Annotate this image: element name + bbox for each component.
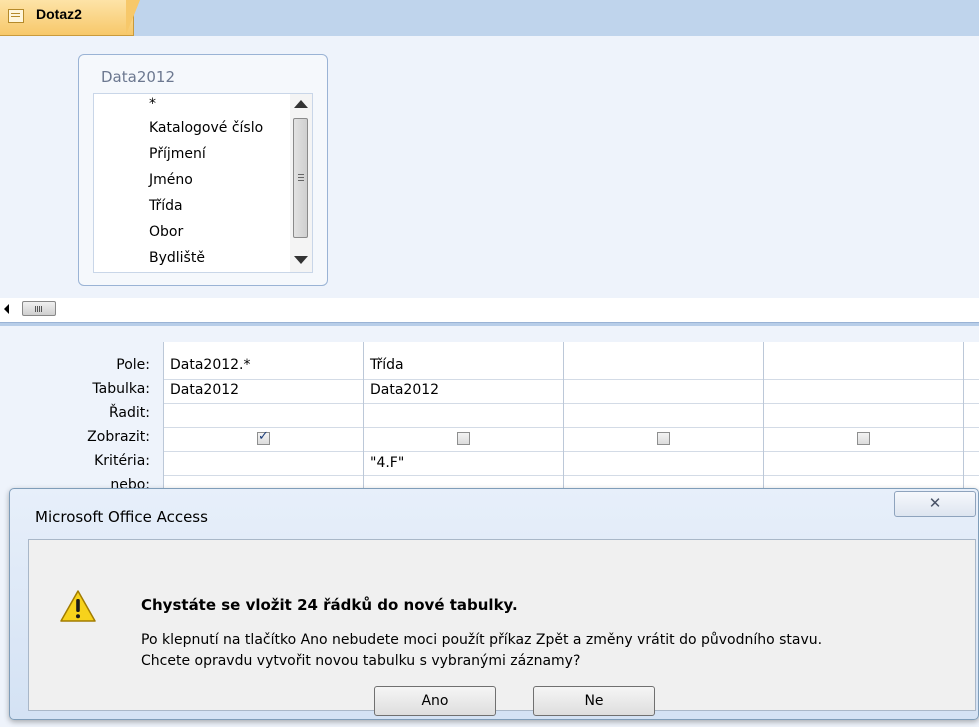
field-item[interactable]: * — [149, 96, 156, 112]
design-grid-cells: Data2012.* Data2012 Třída Data2012 "4.F" — [163, 342, 979, 502]
table-title: Data2012 — [101, 68, 175, 86]
field-item[interactable]: Obor — [149, 224, 183, 240]
show-checkbox[interactable] — [257, 429, 270, 445]
dialog-title: Microsoft Office Access — [35, 508, 208, 526]
grid-column-5[interactable] — [963, 342, 979, 502]
table-field-list[interactable]: Data2012 * Katalogové číslo Příjmení Jmé… — [78, 54, 328, 286]
dialog-body: Chystáte se vložit 24 řádků do nové tabu… — [28, 539, 976, 716]
tab-edge — [126, 0, 140, 35]
grid-column-4[interactable] — [763, 342, 964, 502]
row-label-radit: Řadit: — [109, 405, 150, 421]
yes-button[interactable]: Ano — [374, 686, 496, 716]
field-list-scrollbar[interactable] — [290, 94, 312, 272]
scroll-left-icon[interactable] — [4, 304, 9, 314]
grip-icon — [298, 174, 304, 175]
field-item[interactable]: Příjmení — [149, 146, 206, 162]
no-button[interactable]: Ne — [533, 686, 655, 716]
cell-pole[interactable]: Data2012.* — [170, 357, 251, 373]
close-button[interactable]: ✕ — [894, 491, 976, 517]
query-icon — [8, 9, 24, 23]
cell-tabulka[interactable]: Data2012 — [170, 382, 239, 398]
row-label-kriteria: Kritéria: — [94, 453, 150, 469]
row-label-tabulka: Tabulka: — [92, 381, 150, 397]
grid-column-1[interactable]: Data2012.* Data2012 — [163, 342, 364, 502]
grid-column-3[interactable] — [563, 342, 764, 502]
document-tab-strip: Dotaz2 — [0, 0, 979, 36]
query-table-pane: Data2012 * Katalogové číslo Příjmení Jmé… — [0, 36, 979, 298]
show-checkbox[interactable] — [457, 432, 470, 445]
dialog-message-line1: Po klepnutí na tlačítko Ano nebudete moc… — [141, 632, 823, 648]
field-item[interactable]: Třída — [149, 198, 183, 214]
field-item[interactable]: Katalogové číslo — [149, 120, 263, 136]
cell-tabulka[interactable]: Data2012 — [370, 382, 439, 398]
scroll-up-icon[interactable] — [294, 100, 308, 108]
row-label-pole: Pole: — [116, 357, 150, 373]
scroll-down-icon[interactable] — [294, 256, 308, 264]
show-checkbox[interactable] — [857, 432, 870, 445]
grid-column-2[interactable]: Třída Data2012 "4.F" — [363, 342, 564, 502]
warning-icon — [60, 590, 96, 622]
pane-horizontal-scrollbar[interactable] — [0, 298, 979, 320]
horizontal-scroll-thumb[interactable] — [22, 301, 56, 316]
confirm-dialog: Microsoft Office Access ✕ Chystáte se vl… — [9, 488, 979, 720]
tab-label: Dotaz2 — [36, 6, 82, 22]
scroll-thumb[interactable] — [293, 118, 308, 238]
dialog-heading: Chystáte se vložit 24 řádků do nové tabu… — [141, 596, 518, 614]
dialog-message-line2: Chcete opravdu vytvořit novou tabulku s … — [141, 653, 581, 669]
field-list[interactable]: * Katalogové číslo Příjmení Jméno Třída … — [93, 93, 313, 273]
row-label-zobrazit: Zobrazit: — [87, 429, 150, 445]
field-item[interactable]: Jméno — [149, 172, 193, 188]
cell-kriteria[interactable]: "4.F" — [370, 455, 404, 471]
close-icon: ✕ — [928, 495, 942, 512]
show-checkbox[interactable] — [657, 432, 670, 445]
cell-pole[interactable]: Třída — [370, 357, 404, 373]
field-item[interactable]: Bydliště — [149, 250, 205, 266]
tab-dotaz2[interactable]: Dotaz2 — [0, 0, 134, 36]
